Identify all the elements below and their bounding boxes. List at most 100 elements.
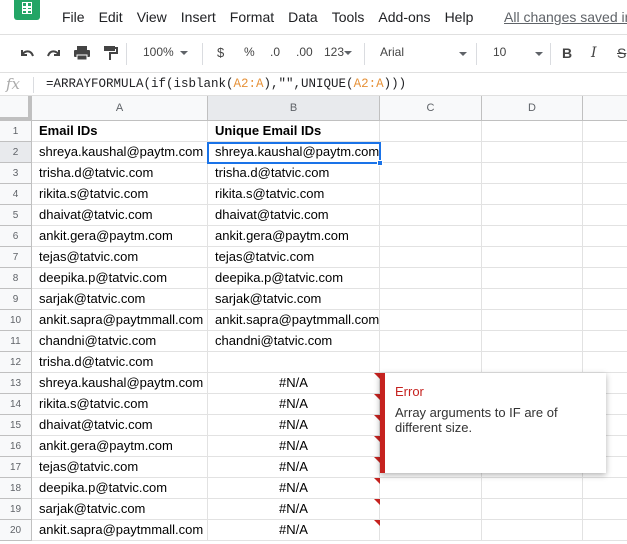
cell-E7[interactable]: [583, 247, 627, 268]
cell-D6[interactable]: [482, 226, 583, 247]
cell-A3[interactable]: trisha.d@tatvic.com: [32, 163, 208, 184]
cell-B18[interactable]: #N/A: [208, 478, 380, 499]
cell-B11[interactable]: chandni@tatvic.com: [208, 331, 380, 352]
cell-E5[interactable]: [583, 205, 627, 226]
cell-E10[interactable]: [583, 310, 627, 331]
row-header[interactable]: 17: [0, 457, 32, 478]
print-icon[interactable]: [73, 45, 91, 61]
cell-E12[interactable]: [583, 352, 627, 373]
cell-A6[interactable]: ankit.gera@paytm.com: [32, 226, 208, 247]
cell-E3[interactable]: [583, 163, 627, 184]
strikethrough-button[interactable]: S: [617, 45, 626, 61]
column-header-e[interactable]: [583, 96, 627, 121]
cell-D8[interactable]: [482, 268, 583, 289]
cell-B15[interactable]: #N/A: [208, 415, 380, 436]
row-header[interactable]: 8: [0, 268, 32, 289]
cell-A15[interactable]: dhaivat@tatvic.com: [32, 415, 208, 436]
cell-D19[interactable]: [482, 499, 583, 520]
cell-C12[interactable]: [380, 352, 482, 373]
row-header[interactable]: 2: [0, 142, 32, 163]
cell-B20[interactable]: #N/A: [208, 520, 380, 541]
formula-input[interactable]: =ARRAYFORMULA(if(isblank(A2:A),"",UNIQUE…: [46, 77, 406, 91]
cell-E20[interactable]: [583, 520, 627, 541]
cell-D5[interactable]: [482, 205, 583, 226]
cell-C9[interactable]: [380, 289, 482, 310]
fill-handle[interactable]: [377, 160, 383, 166]
cell-C6[interactable]: [380, 226, 482, 247]
cell-B6[interactable]: ankit.gera@paytm.com: [208, 226, 380, 247]
cell-D4[interactable]: [482, 184, 583, 205]
cell-A7[interactable]: tejas@tatvic.com: [32, 247, 208, 268]
column-header-b[interactable]: B: [208, 96, 380, 121]
menu-view[interactable]: View: [137, 9, 167, 25]
cell-B13[interactable]: #N/A: [208, 373, 380, 394]
decrease-decimal-button[interactable]: .0: [270, 45, 280, 59]
percent-format-button[interactable]: %: [244, 45, 255, 59]
cell-A10[interactable]: ankit.sapra@paytmmall.com: [32, 310, 208, 331]
cell-B3[interactable]: trisha.d@tatvic.com: [208, 163, 380, 184]
increase-decimal-button[interactable]: .00: [296, 45, 313, 59]
cell-B19[interactable]: #N/A: [208, 499, 380, 520]
column-header-c[interactable]: C: [380, 96, 482, 121]
font-size-chevron-icon[interactable]: [535, 52, 543, 56]
cell-E4[interactable]: [583, 184, 627, 205]
more-formats-button[interactable]: 123: [324, 45, 353, 59]
row-header[interactable]: 9: [0, 289, 32, 310]
cell-A17[interactable]: tejas@tatvic.com: [32, 457, 208, 478]
cell-D9[interactable]: [482, 289, 583, 310]
cell-D12[interactable]: [482, 352, 583, 373]
cell-C1[interactable]: [380, 121, 482, 142]
menu-format[interactable]: Format: [230, 9, 274, 25]
row-header[interactable]: 7: [0, 247, 32, 268]
font-size-select[interactable]: 10: [493, 45, 506, 59]
cell-D10[interactable]: [482, 310, 583, 331]
cell-B8[interactable]: deepika.p@tatvic.com: [208, 268, 380, 289]
row-header[interactable]: 18: [0, 478, 32, 499]
cell-C4[interactable]: [380, 184, 482, 205]
menu-tools[interactable]: Tools: [332, 9, 365, 25]
cell-B9[interactable]: sarjak@tatvic.com: [208, 289, 380, 310]
cell-D7[interactable]: [482, 247, 583, 268]
cell-A19[interactable]: sarjak@tatvic.com: [32, 499, 208, 520]
cell-A20[interactable]: ankit.sapra@paytmmall.com: [32, 520, 208, 541]
cell-A16[interactable]: ankit.gera@paytm.com: [32, 436, 208, 457]
cell-C11[interactable]: [380, 331, 482, 352]
cell-C18[interactable]: [380, 478, 482, 499]
font-dropdown-chevron-icon[interactable]: [459, 52, 467, 56]
menu-data[interactable]: Data: [288, 9, 318, 25]
save-status-link[interactable]: All changes saved in Drive: [504, 9, 627, 25]
row-header[interactable]: 12: [0, 352, 32, 373]
cell-C10[interactable]: [380, 310, 482, 331]
paint-format-icon[interactable]: [101, 45, 119, 61]
cell-D1[interactable]: [482, 121, 583, 142]
bold-button[interactable]: B: [562, 45, 572, 61]
cell-A8[interactable]: deepika.p@tatvic.com: [32, 268, 208, 289]
cell-E11[interactable]: [583, 331, 627, 352]
row-header[interactable]: 14: [0, 394, 32, 415]
cell-B2[interactable]: shreya.kaushal@paytm.com: [208, 142, 380, 163]
row-header[interactable]: 5: [0, 205, 32, 226]
cell-C5[interactable]: [380, 205, 482, 226]
cell-C2[interactable]: [380, 142, 482, 163]
cell-A18[interactable]: deepika.p@tatvic.com: [32, 478, 208, 499]
cell-C3[interactable]: [380, 163, 482, 184]
cell-A2[interactable]: shreya.kaushal@paytm.com: [32, 142, 208, 163]
cell-A9[interactable]: sarjak@tatvic.com: [32, 289, 208, 310]
cell-D18[interactable]: [482, 478, 583, 499]
column-header-d[interactable]: D: [482, 96, 583, 121]
cell-E6[interactable]: [583, 226, 627, 247]
row-header[interactable]: 10: [0, 310, 32, 331]
cell-D20[interactable]: [482, 520, 583, 541]
cell-C7[interactable]: [380, 247, 482, 268]
cell-C19[interactable]: [380, 499, 482, 520]
cell-B1[interactable]: Unique Email IDs: [208, 121, 380, 142]
redo-icon[interactable]: [45, 45, 63, 61]
zoom-select[interactable]: 100%: [143, 45, 189, 59]
cell-A1[interactable]: Email IDs: [32, 121, 208, 142]
italic-button[interactable]: I: [591, 45, 597, 61]
cell-B5[interactable]: dhaivat@tatvic.com: [208, 205, 380, 226]
cell-B12[interactable]: [208, 352, 380, 373]
cell-A11[interactable]: chandni@tatvic.com: [32, 331, 208, 352]
cell-E8[interactable]: [583, 268, 627, 289]
row-header[interactable]: 16: [0, 436, 32, 457]
